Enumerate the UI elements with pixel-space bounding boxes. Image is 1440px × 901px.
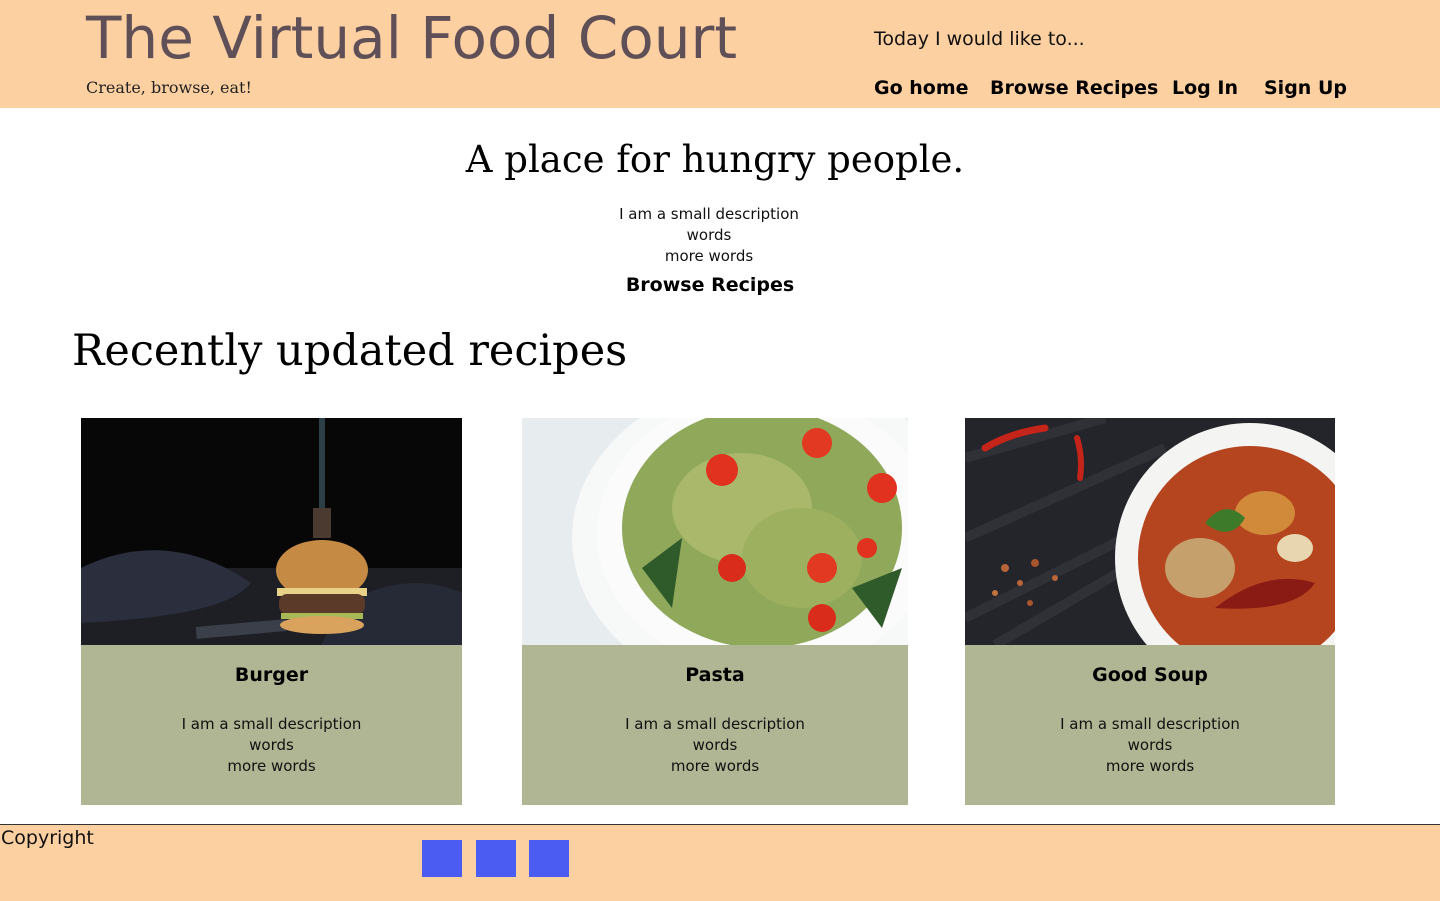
pasta-salad-photo[interactable]: [522, 418, 908, 645]
card-description-line: words: [249, 736, 294, 754]
recipe-card-description: I am a small description words more word…: [81, 714, 462, 777]
card-description-line: more words: [670, 757, 760, 775]
recipe-card-burger[interactable]: Burger I am a small description words mo…: [81, 418, 462, 805]
card-description-line: more words: [227, 757, 316, 775]
card-description-line: I am a small description: [181, 715, 362, 733]
nav-prompt: Today I would like to...: [874, 28, 1085, 50]
main-nav: Go home Browse Recipes Log In Sign Up: [0, 77, 1440, 105]
site-header: The Virtual Food Court Create, browse, e…: [0, 0, 1440, 108]
hero-description-line: words: [686, 226, 732, 244]
card-description-line: words: [692, 736, 738, 754]
site-footer: Copyright: [0, 824, 1440, 901]
social-link-icon[interactable]: [476, 840, 516, 877]
card-description-line: I am a small description: [625, 715, 805, 733]
recipe-card-title: Burger: [234, 664, 309, 686]
hero-description-line: I am a small description: [619, 205, 799, 223]
social-link-icon[interactable]: [422, 840, 462, 877]
nav-browse-recipes[interactable]: Browse Recipes: [990, 77, 1158, 99]
recipe-card-title: Pasta: [685, 664, 745, 686]
nav-log-in[interactable]: Log In: [1172, 77, 1238, 99]
card-description-line: I am a small description: [1060, 715, 1240, 733]
site-title[interactable]: The Virtual Food Court: [86, 2, 737, 74]
soup-bowl-photo[interactable]: [965, 418, 1335, 645]
nav-go-home[interactable]: Go home: [874, 77, 969, 99]
browse-recipes-link[interactable]: Browse Recipes: [0, 274, 1420, 296]
recipe-card-good-soup[interactable]: Good Soup I am a small description words…: [965, 418, 1335, 805]
section-title: Recently updated recipes: [72, 326, 628, 376]
hero-title: A place for hungry people.: [465, 138, 965, 181]
card-description-line: words: [1127, 736, 1173, 754]
recipe-card-description: I am a small description words more word…: [965, 714, 1335, 777]
burger-photo[interactable]: [81, 418, 462, 645]
hero-description-line: more words: [664, 247, 754, 265]
recipe-card-title: Good Soup: [1092, 664, 1208, 686]
card-description-line: more words: [1105, 757, 1195, 775]
copyright-text: Copyright: [1, 827, 94, 849]
recipe-card-pasta[interactable]: Pasta I am a small description words mor…: [522, 418, 908, 805]
recipe-card-description: I am a small description words more word…: [522, 714, 908, 777]
social-link-icon[interactable]: [529, 840, 569, 877]
hero-description: I am a small description words more word…: [0, 204, 1418, 267]
nav-sign-up[interactable]: Sign Up: [1264, 77, 1347, 99]
